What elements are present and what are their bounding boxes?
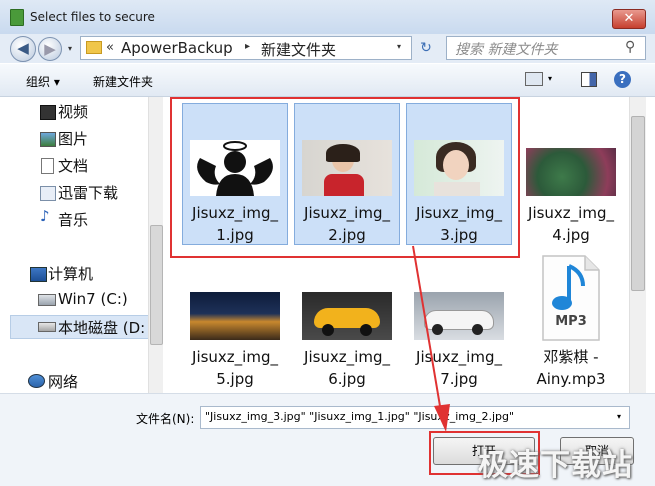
recent-pages-chevron-down-icon[interactable]: ▾ — [68, 44, 72, 53]
folder-icon — [86, 41, 102, 54]
picture-icon — [40, 132, 56, 147]
toolbar: 组织 ▾ 新建文件夹 ▾ ? — [0, 64, 655, 97]
address-bar[interactable]: « ApowerBackup ▸ 新建文件夹 ▾ — [80, 36, 412, 60]
close-button[interactable]: ✕ — [612, 9, 646, 29]
drive-icon — [38, 294, 56, 306]
nav-scrollbar-thumb[interactable] — [150, 225, 163, 345]
nav-item-computer[interactable]: 计算机 — [48, 263, 93, 284]
search-placeholder: 搜索 新建文件夹 — [455, 42, 558, 58]
nav-item-drive-d[interactable]: 本地磁盘 (D: — [58, 317, 145, 338]
address-dropdown-icon[interactable]: ▾ — [397, 42, 401, 51]
nav-item-drive-c[interactable]: Win7 (C:) — [58, 290, 128, 308]
download-folder-icon — [40, 186, 56, 201]
app-icon — [10, 9, 24, 26]
refresh-button[interactable]: ↻ — [416, 38, 436, 58]
filename-dropdown-icon[interactable]: ▾ — [617, 412, 621, 421]
mp3-label: MP3 — [555, 314, 587, 329]
photo-castle — [190, 292, 280, 340]
search-input[interactable]: 搜索 新建文件夹 ⚲ — [446, 36, 646, 60]
breadcrumb-arrow-icon[interactable]: ▸ — [245, 41, 250, 52]
forward-button[interactable]: ▶ — [38, 37, 62, 61]
nav-item-downloads[interactable]: 迅雷下载 — [58, 182, 118, 203]
file-list-scrollbar-thumb[interactable] — [631, 116, 645, 291]
nav-item-pictures[interactable]: 图片 — [58, 128, 88, 149]
nav-item-documents[interactable]: 文档 — [58, 155, 88, 176]
file-item[interactable]: MP3 邓紫棋 - Ainy.mp3 — [518, 247, 624, 389]
nav-item-music[interactable]: 音乐 — [58, 209, 88, 230]
view-options-icon[interactable] — [525, 72, 543, 86]
video-icon — [40, 105, 56, 120]
file-name: 邓紫棋 - Ainy.mp3 — [536, 348, 606, 388]
preview-pane-icon[interactable] — [581, 72, 597, 87]
filename-value: "Jisuxz_img_3.jpg" "Jisuxz_img_1.jpg" "J… — [205, 410, 515, 423]
photo-car-yellow — [302, 292, 392, 340]
nav-item-videos[interactable]: 视频 — [58, 101, 88, 122]
view-dropdown-icon[interactable]: ▾ — [548, 74, 552, 83]
address-row: ◀ ▶ ▾ « ApowerBackup ▸ 新建文件夹 ▾ ↻ 搜索 新建文件… — [0, 34, 655, 63]
selection-annotation-box — [170, 97, 520, 258]
file-item[interactable]: Jisuxz_img_ 5.jpg — [182, 247, 288, 389]
file-name: Jisuxz_img_ 4.jpg — [528, 204, 614, 244]
mp3-icon: MP3 — [539, 254, 603, 342]
file-item[interactable]: Jisuxz_img_ 4.jpg — [518, 103, 624, 245]
network-icon — [28, 374, 45, 388]
filename-label: 文件名(N): — [136, 412, 195, 426]
document-icon — [41, 158, 54, 174]
file-item[interactable]: Jisuxz_img_ 6.jpg — [294, 247, 400, 389]
file-name: Jisuxz_img_ 6.jpg — [304, 348, 390, 388]
drive-icon — [38, 322, 56, 332]
title-bar: Select files to secure ✕ — [0, 0, 655, 35]
watermark: 极速下载站 — [478, 448, 633, 483]
breadcrumb-new-folder[interactable]: 新建文件夹 — [261, 39, 336, 60]
computer-icon — [30, 267, 47, 282]
help-icon[interactable]: ? — [614, 71, 631, 88]
annotation-arrow — [412, 245, 450, 432]
back-button[interactable]: ◀ — [10, 36, 36, 62]
new-folder-button[interactable]: 新建文件夹 — [93, 73, 153, 90]
music-icon: ♪ — [40, 207, 50, 225]
file-name: Jisuxz_img_ 5.jpg — [192, 348, 278, 388]
breadcrumb-apowerbackup[interactable]: ApowerBackup — [121, 39, 233, 57]
breadcrumb-overflow[interactable]: « — [106, 40, 114, 55]
nav-item-network[interactable]: 网络 — [48, 371, 78, 392]
organize-menu[interactable]: 组织 ▾ — [26, 73, 60, 90]
navigation-pane: 视频 图片 文档 迅雷下载 ♪ 音乐 计算机 Win7 (C:) 本地磁盘 (D… — [0, 97, 163, 393]
photo-forest — [526, 148, 616, 196]
search-icon: ⚲ — [625, 39, 636, 55]
window-title: Select files to secure — [30, 10, 155, 24]
